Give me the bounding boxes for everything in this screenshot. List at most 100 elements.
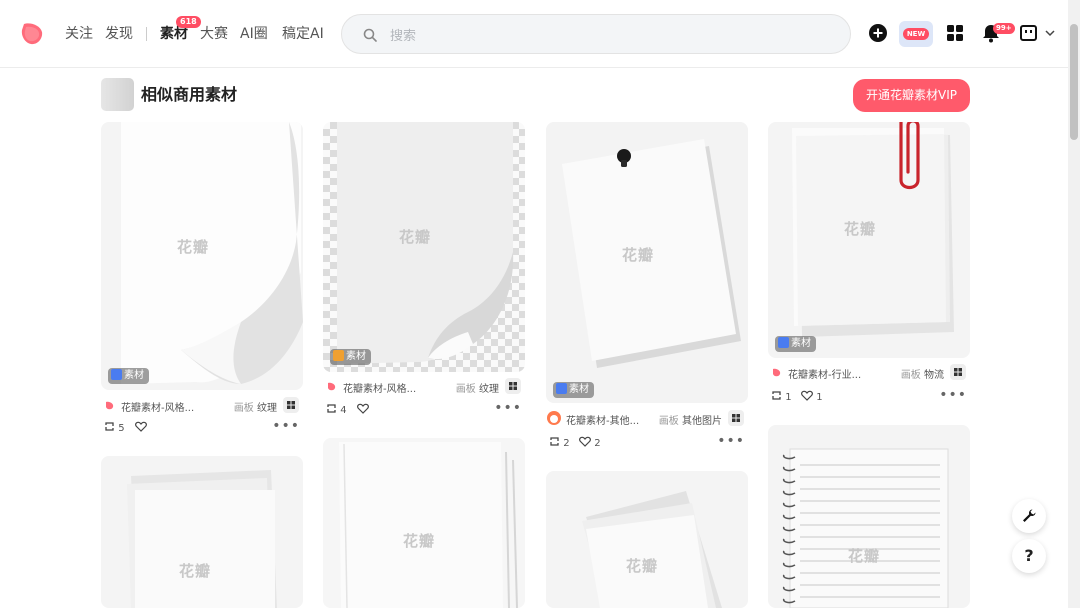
card-thumbnail[interactable]: 花瓣: [546, 471, 748, 608]
tag-label: 素材: [791, 338, 811, 349]
watermark: 花瓣: [399, 228, 432, 246]
image-tag-icon: [556, 383, 567, 394]
scattered-papers-image: [546, 471, 748, 608]
card-thumbnail[interactable]: 花瓣 素材: [101, 122, 303, 390]
card-thumbnail[interactable]: 花瓣 素材: [546, 122, 748, 403]
tag-label: 素材: [124, 370, 144, 381]
grid-icon[interactable]: [944, 22, 966, 44]
more-options-icon[interactable]: •••: [272, 418, 300, 434]
user-avatar-icon: [547, 411, 561, 425]
card-board[interactable]: 画板 纹理: [456, 380, 499, 395]
search-input[interactable]: [388, 25, 832, 47]
nav-material[interactable]: 素材: [160, 26, 188, 43]
repin-count[interactable]: 2: [549, 436, 570, 449]
card-thumbnail[interactable]: 花瓣: [323, 438, 525, 608]
section-icon: [101, 78, 134, 111]
card-board[interactable]: 画板 物流: [901, 366, 944, 381]
huaban-source-icon: [328, 382, 336, 391]
repin-count[interactable]: 1: [771, 390, 792, 403]
image-tag-icon: [111, 369, 122, 380]
huaban-source-icon: [773, 368, 781, 377]
board-grid-icon[interactable]: [728, 410, 744, 426]
scrollbar-thumb[interactable]: [1070, 24, 1078, 140]
paper-stack-image: [101, 456, 303, 608]
card-meta-row: 花瓣素材-行业... 画板 物流: [768, 363, 970, 383]
card-stats-row: 4 •••: [323, 400, 525, 418]
help-button[interactable]: ?: [1012, 539, 1046, 573]
card-thumbnail[interactable]: 花瓣: [768, 425, 970, 608]
clipped-paper-image: [768, 122, 970, 358]
heart-icon: [801, 390, 813, 401]
repin-count[interactable]: 4: [326, 403, 347, 416]
huaban-source-icon: [106, 401, 114, 410]
nav-gaoding-ai[interactable]: 稿定AI: [282, 26, 324, 43]
like-count[interactable]: [357, 403, 369, 416]
watermark: 花瓣: [622, 246, 655, 264]
tag-label: 素材: [346, 351, 366, 362]
board-grid-icon[interactable]: [950, 364, 966, 380]
card-thumbnail[interactable]: 花瓣 素材: [768, 122, 970, 358]
card-source[interactable]: 花瓣素材-其他...: [566, 412, 654, 427]
nav-ai-circle[interactable]: AI圈: [240, 26, 268, 43]
watermark: 花瓣: [844, 220, 877, 238]
watermark: 花瓣: [177, 238, 210, 256]
watermark: 花瓣: [626, 557, 659, 575]
tag-label: 素材: [569, 384, 589, 395]
heart-icon: [357, 403, 369, 414]
image-tag-icon: [778, 337, 789, 348]
material-promo-badge: 618: [176, 16, 201, 28]
search-icon: [363, 28, 377, 42]
like-count[interactable]: [135, 421, 147, 434]
more-options-icon[interactable]: •••: [717, 433, 745, 449]
card-stats-row: 5 •••: [101, 418, 303, 436]
open-vip-button[interactable]: 开通花瓣素材VIP: [853, 79, 970, 112]
nav-contest[interactable]: 大赛: [200, 26, 228, 43]
help-icon: ?: [1024, 546, 1034, 565]
like-count[interactable]: 2: [579, 436, 601, 449]
section-title: 相似商用素材: [141, 85, 238, 104]
card-source[interactable]: 花瓣素材-风格...: [121, 399, 209, 414]
material-tag: 素材: [108, 368, 149, 384]
watermark: 花瓣: [403, 532, 436, 550]
more-options-icon[interactable]: •••: [494, 400, 522, 416]
huaban-logo-icon[interactable]: [20, 22, 44, 46]
repin-icon: [772, 391, 781, 400]
more-options-icon[interactable]: •••: [939, 387, 967, 403]
card-source[interactable]: 花瓣素材-行业...: [788, 366, 876, 381]
card-source[interactable]: 花瓣素材-风格...: [343, 380, 431, 395]
card-stats-row: 2 2 •••: [546, 433, 748, 451]
user-menu-icon[interactable]: [1018, 22, 1040, 44]
material-tag: 素材: [330, 349, 371, 365]
card-meta-row: 花瓣素材-其他... 画板 其他图片: [546, 409, 748, 429]
card-meta-row: 花瓣素材-风格... 画板 纹理: [323, 377, 525, 397]
board-grid-icon[interactable]: [283, 397, 299, 413]
ai-tag-icon: [333, 350, 344, 361]
page-scrollbar[interactable]: [1068, 0, 1080, 608]
card-board[interactable]: 画板 纹理: [234, 399, 277, 414]
notification-count-badge: 99+: [993, 23, 1015, 34]
card-thumbnail[interactable]: 花瓣 素材: [323, 122, 525, 372]
repin-icon: [327, 404, 336, 413]
new-feature-button[interactable]: NEW: [899, 21, 933, 47]
like-count[interactable]: 1: [801, 390, 823, 403]
tools-button[interactable]: [1012, 499, 1046, 533]
search-box[interactable]: [341, 14, 851, 54]
repin-icon: [105, 422, 114, 431]
card-thumbnail[interactable]: 花瓣: [101, 456, 303, 608]
paper-sheets-image: [323, 438, 525, 608]
heart-icon: [135, 421, 147, 432]
new-badge: NEW: [903, 28, 929, 40]
wrench-icon: [1023, 509, 1036, 522]
add-icon[interactable]: [867, 22, 889, 44]
repin-count[interactable]: 5: [104, 421, 125, 434]
board-grid-icon[interactable]: [505, 378, 521, 394]
spiral-notebook-image: [768, 425, 970, 608]
top-navigation-bar: 关注 发现 素材 618 大赛 AI圈 稿定AI NEW 99+: [0, 0, 1068, 68]
chevron-down-icon[interactable]: [1045, 29, 1055, 37]
card-meta-row: 花瓣素材-风格... 画板 纹理: [101, 396, 303, 416]
card-board[interactable]: 画板 其他图片: [659, 412, 722, 427]
nav-follow[interactable]: 关注: [65, 26, 93, 43]
curled-paper-transparent-image: [337, 122, 514, 364]
nav-discover[interactable]: 发现: [105, 26, 133, 43]
material-tag: 素材: [775, 336, 816, 352]
